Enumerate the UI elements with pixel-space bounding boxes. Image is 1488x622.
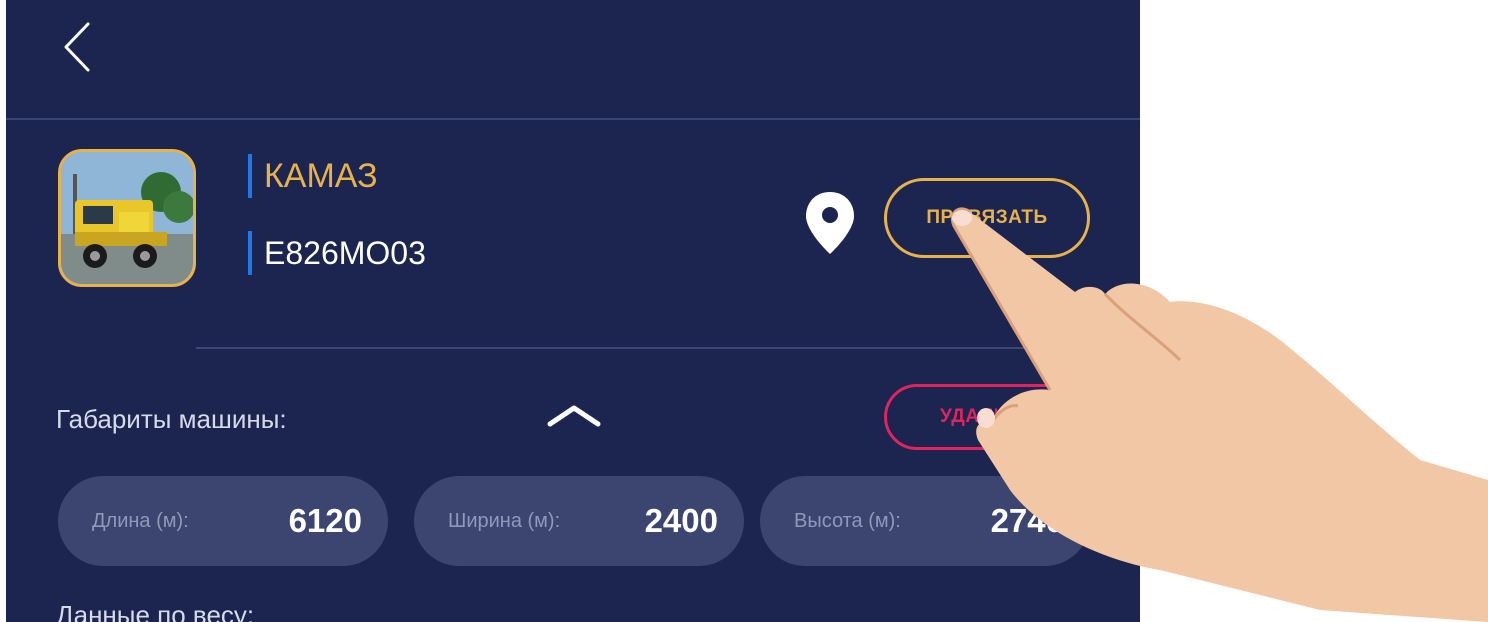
vehicle-name: КАМАЗ: [264, 156, 378, 195]
delete-button[interactable]: УДАЛИТЬ: [884, 384, 1090, 450]
height-value: 2740: [990, 502, 1064, 539]
section-divider: [196, 347, 1096, 349]
vehicle-photo: [58, 149, 196, 287]
vehicle-plate: Е826МО03: [264, 234, 426, 271]
chevron-up-icon: [547, 405, 601, 427]
length-value: 6120: [288, 502, 362, 539]
map-pin-icon: [806, 192, 854, 254]
vehicle-card-panel: КАМАЗ Е826МО03 ПРИВЯЗАТЬ Габариты машины…: [6, 0, 1140, 622]
back-button[interactable]: [58, 20, 98, 74]
plate-marker: [248, 231, 252, 275]
dimensions-title: Габариты машины:: [56, 404, 287, 434]
vehicle-name-row: КАМАЗ: [248, 153, 748, 199]
width-label: Ширина (м):: [448, 509, 561, 532]
width-value: 2400: [644, 502, 718, 539]
attach-button[interactable]: ПРИВЯЗАТЬ: [884, 178, 1090, 258]
height-label: Высота (м):: [794, 509, 901, 532]
header-divider: [6, 118, 1140, 120]
name-marker: [248, 154, 252, 198]
length-label: Длина (м):: [92, 509, 189, 532]
chevron-left-icon: [64, 22, 90, 72]
length-field[interactable]: Длина (м): 6120: [58, 476, 388, 566]
collapse-button[interactable]: [542, 398, 606, 432]
weight-title: Данные по весу:: [56, 600, 255, 622]
height-field[interactable]: Высота (м): 2740: [760, 476, 1090, 566]
location-button[interactable]: [802, 190, 858, 256]
width-field[interactable]: Ширина (м): 2400: [414, 476, 744, 566]
vehicle-plate-row: Е826МО03: [248, 230, 748, 276]
